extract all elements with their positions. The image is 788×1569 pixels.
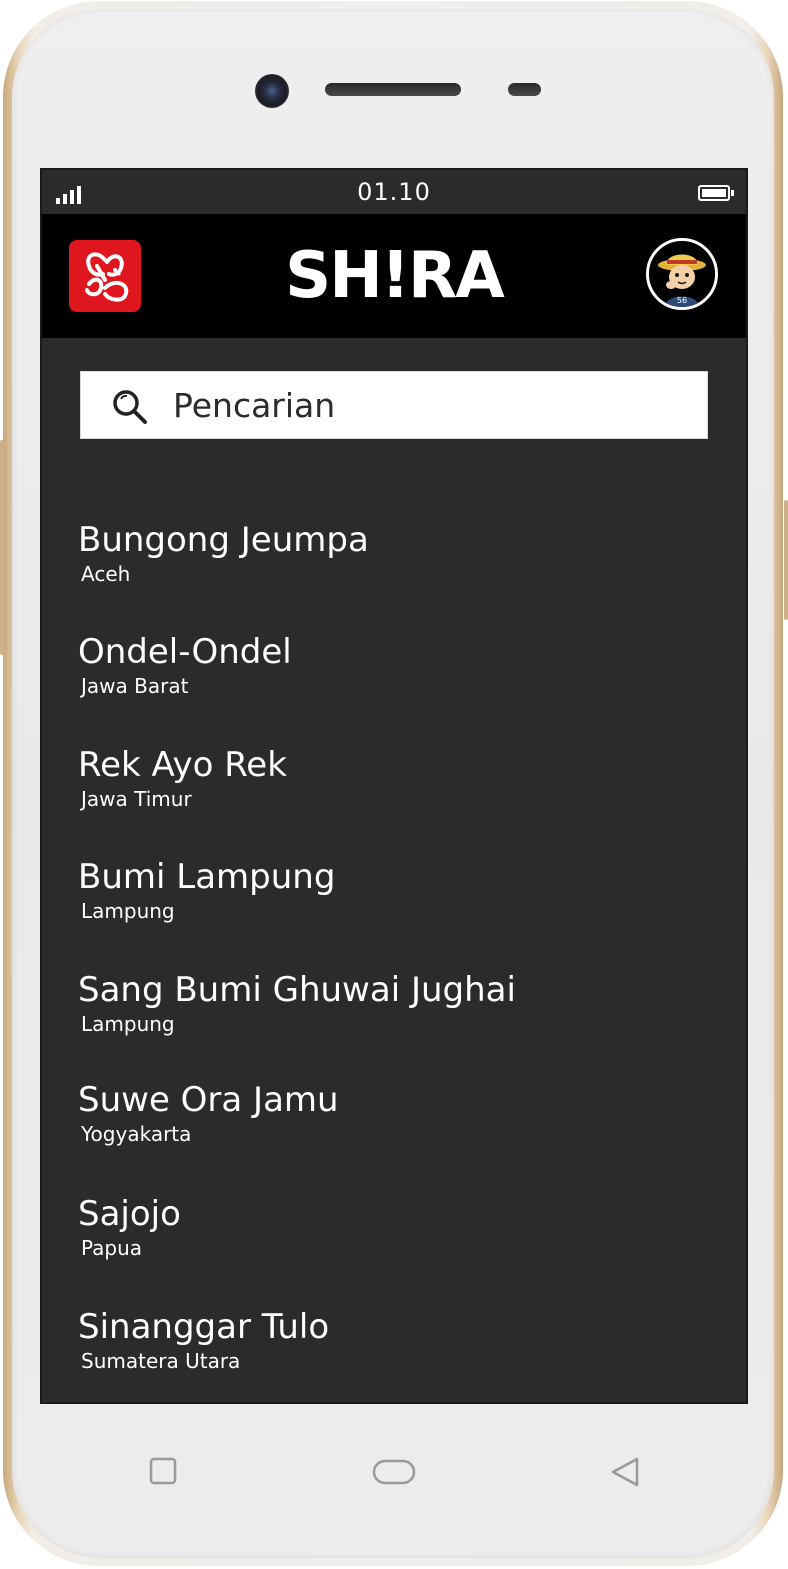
song-region: Yogyakarta	[81, 1122, 192, 1146]
front-camera	[255, 74, 289, 108]
list-item[interactable]: Sang Bumi Ghuwai Jughai Lampung	[78, 970, 708, 1056]
app-title: SH!RA	[285, 239, 505, 313]
song-title: Sinanggar Tulo	[78, 1307, 330, 1347]
earpiece-speaker	[325, 83, 461, 96]
song-title: Sajojo	[78, 1194, 181, 1234]
app-header: SH!RA 56	[42, 214, 746, 338]
list-item[interactable]: Sinanggar Tulo Sumatera Utara	[78, 1307, 708, 1393]
status-bar: 01.10	[42, 170, 746, 214]
list-item[interactable]: Bumi Lampung Lampung	[78, 857, 708, 943]
song-region: Aceh	[81, 562, 131, 586]
song-title: Ondel-Ondel	[78, 632, 292, 672]
song-title: Suwe Ora Jamu	[78, 1080, 339, 1120]
profile-avatar[interactable]: 56	[646, 238, 718, 310]
song-region: Lampung	[81, 899, 175, 923]
status-time: 01.10	[357, 178, 431, 206]
song-title: Rek Ayo Rek	[78, 745, 287, 785]
list-item[interactable]: Ondel-Ondel Jawa Barat	[78, 632, 708, 718]
list-item[interactable]: Suwe Ora Jamu Yogyakarta	[78, 1080, 708, 1166]
song-region: Jawa Barat	[81, 674, 189, 698]
proximity-sensor	[508, 83, 541, 96]
song-region: Lampung	[81, 1012, 175, 1036]
song-title: Bumi Lampung	[78, 857, 336, 897]
recent-apps-icon[interactable]	[148, 1456, 178, 1486]
search-icon	[113, 390, 147, 424]
battery-icon	[698, 185, 734, 201]
back-icon[interactable]	[608, 1456, 642, 1488]
song-title: Bungong Jeumpa	[78, 520, 369, 560]
side-button-right	[784, 500, 788, 620]
song-region: Sumatera Utara	[81, 1349, 241, 1373]
home-icon[interactable]	[372, 1458, 416, 1486]
song-region: Jawa Timur	[81, 787, 192, 811]
svg-text:56: 56	[677, 296, 687, 305]
list-item[interactable]: Sajojo Papua	[78, 1194, 708, 1280]
screen: 01.10 SH!RA 56 Pencarian Bungong Jeumpa …	[40, 168, 748, 1404]
song-title: Sang Bumi Ghuwai Jughai	[78, 970, 516, 1010]
search-input[interactable]	[173, 372, 683, 438]
side-button-left	[0, 440, 4, 655]
list-item[interactable]: Bungong Jeumpa Aceh	[78, 520, 708, 606]
search-bar[interactable]	[80, 371, 708, 439]
song-region: Papua	[81, 1236, 143, 1260]
list-item[interactable]: Rek Ayo Rek Jawa Timur	[78, 745, 708, 831]
